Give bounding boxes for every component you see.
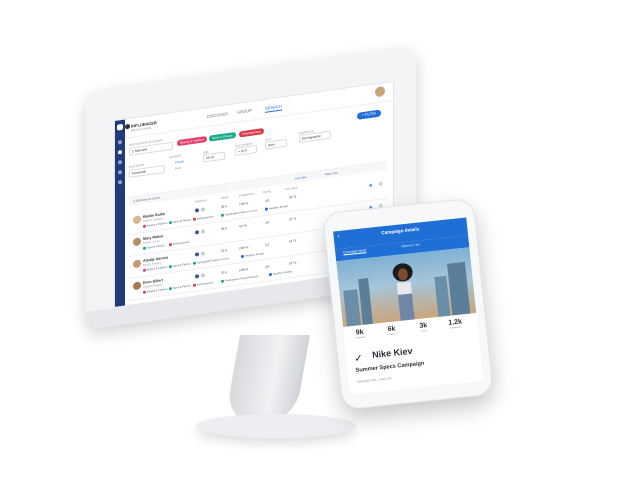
sidebar-item-dashboard-icon[interactable]: [118, 139, 122, 145]
category-tag: Sport & Fitness: [169, 218, 191, 225]
instagram-icon: [201, 207, 205, 212]
rating-value: 4.6: [265, 220, 270, 225]
campaign-meta: Campaign info: 2 days left: [356, 376, 392, 384]
campaign-photo: [336, 247, 477, 327]
price-value: 16 TL: [289, 260, 297, 266]
reach-value: 45 K: [221, 204, 228, 210]
reach-value: 30 K: [221, 226, 228, 232]
rating-value: 4.2: [265, 242, 270, 247]
filter-chip-entertainment[interactable]: Entertainment: [239, 128, 264, 138]
category-tag: Beauty & Fashion: [143, 222, 167, 229]
gender-option-female[interactable]: Female: [175, 159, 184, 164]
tab-group[interactable]: GROUP: [237, 108, 252, 115]
app-logo-icon: [117, 123, 123, 131]
instagram-icon: [201, 251, 205, 256]
category-tag: Healthy Lifestyle: [265, 205, 288, 211]
facebook-icon: [195, 274, 199, 279]
nike-swoosh-icon: ✓: [353, 353, 364, 365]
skyline-building: [447, 261, 471, 316]
category-tag: Sustainable Fashion Lovers: [193, 257, 229, 265]
filter-chip-sport[interactable]: Sport & Fitness: [209, 131, 236, 142]
sidebar: [115, 119, 125, 307]
tab-discover[interactable]: DISCOVER: [207, 111, 228, 119]
gender-label: GENDER: [169, 153, 181, 160]
reach-value: 37 K: [221, 270, 228, 276]
filter-chip-beauty[interactable]: Beauty & Fashion: [177, 136, 207, 147]
price-value: 18 TL: [289, 194, 297, 200]
category-tag: Sport & Fitness: [143, 244, 165, 250]
tab-campaign-detail[interactable]: Campaign detail: [343, 248, 367, 256]
category-tag: Entertainment: [193, 281, 213, 287]
engagement-value: 4.2 %: [239, 223, 247, 229]
sidebar-item-search-icon[interactable]: [118, 149, 122, 155]
avatar: [133, 259, 141, 269]
tab-search[interactable]: SEARCH: [265, 103, 282, 113]
tab-influencer-list[interactable]: Influencer list: [401, 242, 420, 248]
facebook-icon: [195, 230, 199, 235]
stat-views: 6k Views: [387, 325, 396, 337]
category-tag: Beauty & Fashion: [143, 266, 167, 273]
category-tag: Healthy Lifestyle: [269, 270, 292, 277]
price-value: 22 TL: [289, 216, 297, 222]
skyline-building: [358, 278, 373, 325]
category-tag: Healthy Lifestyle: [241, 252, 264, 259]
avatar: [133, 215, 141, 225]
facebook-icon: [195, 252, 199, 257]
avatar: [133, 281, 141, 291]
sidebar-item-campaigns-icon[interactable]: [118, 169, 122, 175]
row-settings-icon[interactable]: ⚙: [379, 181, 383, 188]
category-tag: Sport & Fitness: [169, 262, 191, 269]
monitor-stand-neck: [224, 335, 310, 425]
category-tag: Professional Tourist Advisors: [221, 275, 258, 284]
category-tag: Entertainment: [169, 241, 189, 247]
sidebar-item-groups-icon[interactable]: [118, 159, 122, 165]
engagement-value: 2.59 %: [239, 201, 249, 207]
followers-select[interactable]: > 10 K: [235, 144, 257, 157]
category-tag: Beauty & Fashion: [143, 288, 167, 295]
results-count: 2,456 Results found: [133, 195, 160, 204]
stat-likes: 3k Likes: [419, 322, 428, 333]
stat-comments: 1.2k Comments: [448, 318, 463, 330]
brand-logo-icon: [125, 123, 130, 130]
engagement-value: 2.59 %: [239, 267, 249, 273]
engagement-value: 2.06 %: [239, 245, 249, 251]
category-tag: Entertainment: [193, 215, 213, 221]
list-view-toggle[interactable]: List view: [295, 175, 307, 181]
brand-name: Nike Kiev: [371, 345, 413, 361]
add-filter-button[interactable]: + FILTER: [356, 109, 381, 120]
user-avatar[interactable]: [375, 85, 385, 98]
avatar: [133, 237, 141, 247]
reach-value: 22 K: [221, 248, 228, 254]
category-tag: Sustainable Fashion Lovers: [221, 209, 257, 218]
city-select[interactable]: Izmir: [265, 138, 287, 150]
monitor-stand-base: [196, 414, 356, 438]
instagram-icon: [201, 229, 205, 234]
map-view-toggle[interactable]: Map view: [325, 171, 338, 177]
category-tag: Sport & Fitness: [169, 284, 191, 291]
facebook-icon: [195, 208, 199, 213]
instagram-icon: [201, 273, 205, 278]
phone-screen: ‹ Campaign details Campaign detail Influ…: [333, 217, 484, 395]
stat-followers: 9k Followers: [355, 328, 366, 340]
gender-option-male[interactable]: Male: [175, 166, 181, 171]
rating-value: 4.5: [265, 264, 270, 269]
phone: ‹ Campaign details Campaign detail Influ…: [322, 197, 494, 411]
rating-value: 4.8: [265, 198, 270, 203]
age-select[interactable]: 25-32: [203, 151, 225, 163]
favorite-star-icon[interactable]: ★: [369, 183, 373, 190]
sidebar-item-settings-icon[interactable]: [118, 179, 122, 185]
price-value: 14 TL: [289, 238, 297, 244]
skyline-building: [343, 289, 361, 327]
campaign-name: Summer Specs Campaign: [355, 360, 425, 374]
model-figure: [392, 263, 415, 321]
